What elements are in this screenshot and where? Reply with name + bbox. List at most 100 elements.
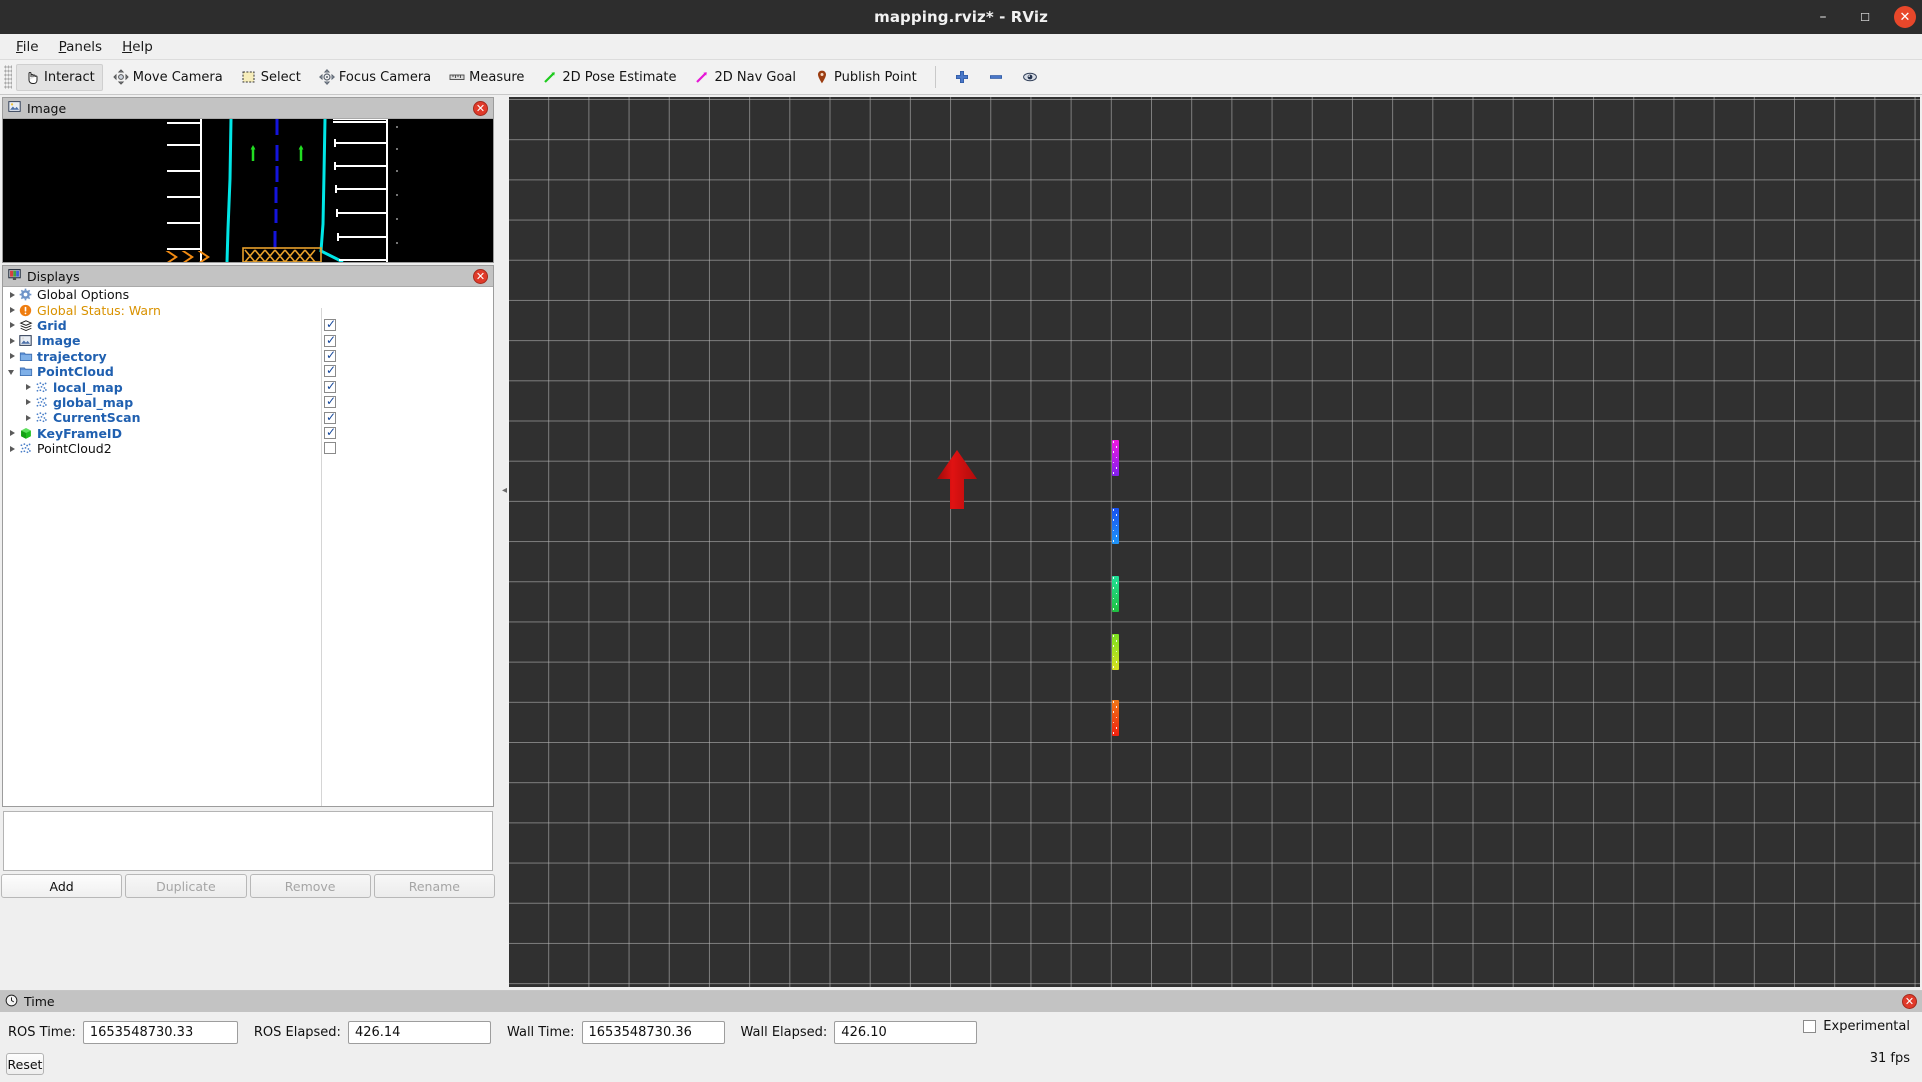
point-speck — [1112, 608, 1114, 610]
duplicate-display-button[interactable]: Duplicate — [125, 874, 247, 898]
point-speck — [1112, 577, 1114, 579]
tool-select-label: Select — [260, 69, 301, 85]
display-tree-item-grid[interactable]: Grid — [3, 317, 493, 333]
display-tree-item-currentscan[interactable]: CurrentScan — [3, 410, 493, 425]
select-rectangle-icon — [241, 69, 257, 85]
folder-icon — [18, 349, 33, 364]
display-tree-item-pointcloud2[interactable]: PointCloud2 — [3, 441, 493, 456]
rename-display-button[interactable]: Rename — [373, 874, 495, 898]
tool-2d-pose-estimate-label: 2D Pose Estimate — [562, 69, 677, 85]
chevron-right-icon[interactable] — [7, 428, 18, 439]
maximize-icon[interactable]: ☐ — [1852, 4, 1878, 30]
reset-button[interactable]: Reset — [6, 1053, 44, 1075]
displays-tree[interactable]: Global OptionsGlobal Status: WarnGridIma… — [3, 287, 493, 806]
remove-tool-button[interactable] — [980, 64, 1012, 91]
display-tree-item-global-status-warn[interactable]: Global Status: Warn — [3, 302, 493, 318]
chevron-right-icon[interactable] — [7, 443, 18, 454]
chevron-right-icon[interactable] — [7, 305, 18, 316]
pointcloud-icon — [18, 441, 33, 456]
ros-time-input[interactable]: 1653548730.33 — [82, 1021, 238, 1044]
tool-properties-button[interactable] — [1014, 64, 1046, 91]
point-speck — [1112, 597, 1114, 600]
display-enabled-checkbox[interactable] — [324, 363, 336, 378]
menu-file[interactable]: File — [6, 36, 49, 58]
display-tree-item-pointcloud[interactable]: PointCloud — [3, 363, 493, 380]
current-pose-arrow — [937, 450, 977, 509]
display-properties-box[interactable] — [3, 811, 493, 871]
move-camera-icon — [113, 69, 129, 85]
point-speck — [1112, 509, 1114, 511]
display-enabled-checkbox[interactable] — [324, 348, 336, 363]
remove-display-button[interactable]: Remove — [249, 874, 371, 898]
tool-measure[interactable]: Measure — [441, 64, 532, 91]
chevron-right-icon[interactable] — [23, 397, 34, 408]
keyframe-marker-lime — [1112, 634, 1119, 670]
tool-publish-point[interactable]: Publish Point — [806, 64, 925, 91]
menu-panels[interactable]: Panels — [49, 36, 112, 58]
window-controls: – ☐ ✕ — [1810, 0, 1916, 34]
point-speck — [1112, 721, 1114, 724]
experimental-checkbox[interactable] — [1803, 1020, 1817, 1033]
time-panel: Time ✕ ROS Time: 1653548730.33 ROS Elaps… — [0, 990, 1922, 1082]
display-tree-item-local-map[interactable]: local_map — [3, 379, 493, 395]
tool-interact[interactable]: Interact — [16, 63, 103, 91]
point-speck — [1112, 587, 1114, 589]
ros-time-field: ROS Time: 1653548730.33 — [8, 1021, 238, 1044]
display-tree-item-global-options[interactable]: Global Options — [3, 287, 493, 302]
rviz-window: mapping.rviz* - RViz – ☐ ✕ File Panels H… — [0, 0, 1922, 1082]
wall-time-label: Wall Time: — [506, 1025, 575, 1040]
left-splitter-handle[interactable]: ◂ — [500, 480, 509, 500]
display-tree-item-trajectory[interactable]: trajectory — [3, 348, 493, 364]
chevron-right-icon[interactable] — [23, 412, 34, 423]
ros-elapsed-field: ROS Elapsed: 426.14 — [254, 1021, 491, 1044]
display-enabled-checkbox[interactable] — [324, 442, 336, 455]
point-speck — [1112, 472, 1114, 474]
tool-move-camera[interactable]: Move Camera — [105, 64, 231, 91]
display-enabled-checkbox[interactable] — [324, 317, 336, 332]
chevron-right-icon[interactable] — [7, 351, 18, 362]
tool-select[interactable]: Select — [233, 64, 309, 91]
display-tree-item-image[interactable]: Image — [3, 333, 493, 348]
3d-render-view[interactable] — [509, 97, 1920, 987]
chevron-right-icon[interactable] — [7, 335, 18, 346]
point-speck — [1112, 461, 1114, 464]
tool-focus-camera[interactable]: Focus Camera — [311, 64, 439, 91]
wall-elapsed-input[interactable]: 426.10 — [834, 1021, 978, 1044]
point-speck — [1115, 514, 1117, 516]
point-speck — [1115, 603, 1117, 605]
chevron-right-icon[interactable] — [23, 382, 34, 393]
chevron-right-icon[interactable] — [7, 289, 18, 300]
menu-panels-rest: anels — [66, 38, 103, 55]
menu-help[interactable]: Help — [112, 36, 163, 58]
image-display-canvas[interactable] — [3, 119, 493, 262]
warning-icon — [18, 303, 33, 318]
chevron-right-icon[interactable] — [7, 320, 18, 331]
hand-cursor-icon — [24, 69, 40, 85]
close-icon[interactable]: ✕ — [1894, 6, 1916, 28]
display-enabled-checkbox[interactable] — [324, 410, 336, 424]
display-enabled-checkbox[interactable] — [324, 379, 336, 393]
minimize-icon[interactable]: – — [1810, 4, 1836, 30]
display-enabled-checkbox[interactable] — [324, 425, 336, 440]
display-tree-item-label: PointCloud — [37, 364, 114, 380]
display-tree-item-keyframeid[interactable]: KeyFrameID — [3, 425, 493, 441]
display-tree-item-global-map[interactable]: global_map — [3, 394, 493, 410]
time-panel-close-icon[interactable]: ✕ — [1902, 994, 1917, 1009]
tool-2d-nav-goal[interactable]: 2D Nav Goal — [686, 64, 804, 91]
pointcloud-icon — [34, 380, 49, 395]
display-enabled-checkbox[interactable] — [324, 394, 336, 409]
wall-time-input[interactable]: 1653548730.36 — [581, 1021, 725, 1044]
tool-2d-nav-goal-label: 2D Nav Goal — [714, 69, 797, 85]
chevron-down-icon[interactable] — [7, 366, 18, 377]
tool-measure-label: Measure — [469, 69, 525, 85]
image-panel-close-icon[interactable]: ✕ — [473, 101, 488, 116]
displays-panel-close-icon[interactable]: ✕ — [473, 269, 488, 284]
add-tool-button[interactable] — [946, 64, 978, 91]
tool-2d-pose-estimate[interactable]: 2D Pose Estimate — [534, 64, 684, 91]
display-enabled-checkbox[interactable] — [324, 333, 336, 347]
experimental-toggle[interactable]: Experimental — [1803, 1019, 1910, 1034]
displays-panel-titlebar: Displays ✕ — [3, 266, 493, 287]
toolbar-grip[interactable] — [4, 65, 12, 89]
ros-elapsed-input[interactable]: 426.14 — [347, 1021, 491, 1044]
add-display-button[interactable]: Add — [1, 874, 123, 898]
